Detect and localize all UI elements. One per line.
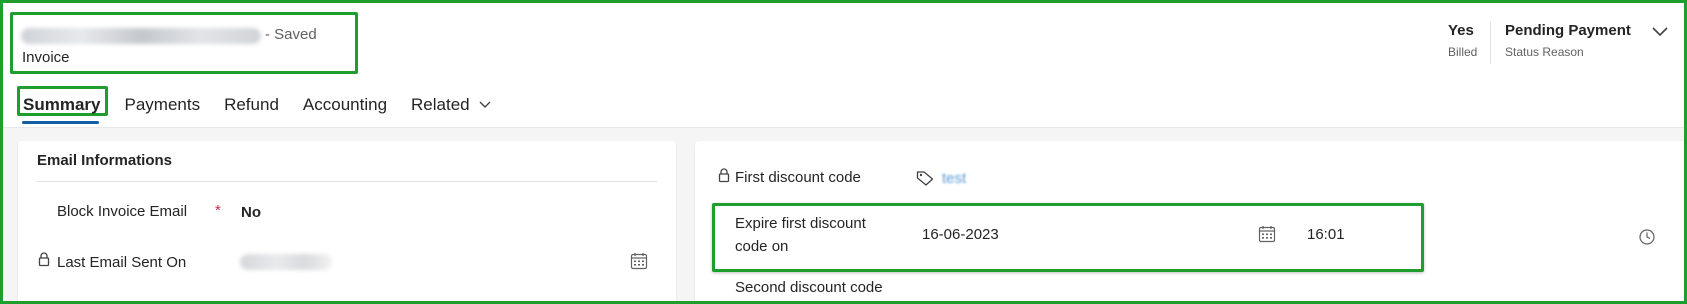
tab-related-label: Related: [411, 95, 470, 114]
tag-icon: [916, 171, 934, 186]
last-email-sent-on-label: Last Email Sent On: [57, 254, 187, 271]
record-title-area: - Saved Invoice: [10, 12, 358, 74]
expire-time-input[interactable]: 16:01: [1307, 226, 1345, 243]
block-invoice-email-value[interactable]: No: [241, 204, 261, 221]
record-header: - Saved Invoice Yes Billed Pending Payme…: [0, 0, 1687, 125]
header-divider: [1490, 22, 1491, 64]
entity-type-label: Invoice: [22, 49, 70, 66]
last-email-sent-on-value-redacted: [240, 254, 332, 270]
section-divider: [37, 181, 657, 182]
header-field-billed: Yes Billed: [1448, 22, 1477, 59]
clock-icon[interactable]: [1638, 228, 1656, 246]
expire-first-discount-field: Expire first discount code on 16-06-2023…: [712, 203, 1424, 272]
second-discount-code-label: Second discount code: [735, 279, 883, 296]
required-marker: *: [215, 202, 221, 219]
chevron-down-icon: [479, 101, 491, 108]
header-field-status-reason: Pending Payment Status Reason: [1505, 22, 1631, 59]
status-reason-value: Pending Payment: [1505, 22, 1631, 39]
tab-summary[interactable]: Summary: [23, 95, 100, 115]
first-discount-code-label: First discount code: [735, 169, 861, 186]
first-discount-code-link[interactable]: test: [942, 170, 966, 187]
lock-icon: [38, 252, 50, 267]
tab-bar: Summary Payments Refund Accounting Relat…: [17, 86, 516, 124]
tab-refund[interactable]: Refund: [224, 95, 279, 115]
billed-value: Yes: [1448, 22, 1474, 39]
tab-accounting[interactable]: Accounting: [303, 95, 387, 115]
chevron-down-icon[interactable]: [1650, 24, 1670, 40]
tab-related[interactable]: Related: [411, 95, 492, 115]
expire-first-discount-label-line2: code on: [735, 238, 789, 255]
status-reason-label: Status Reason: [1505, 45, 1584, 59]
lock-icon: [718, 168, 730, 183]
record-name-redacted: [21, 28, 261, 44]
record-save-status: - Saved: [265, 26, 317, 43]
active-tab-indicator: [22, 121, 99, 124]
calendar-icon[interactable]: [630, 252, 648, 270]
section-title: Email Informations: [37, 152, 173, 169]
expire-date-input[interactable]: 16-06-2023: [922, 226, 999, 243]
calendar-icon[interactable]: [1258, 225, 1276, 243]
tab-payments[interactable]: Payments: [124, 95, 200, 115]
email-informations-section: Email Informations Block Invoice Email *…: [18, 141, 676, 304]
billed-label: Billed: [1448, 45, 1478, 59]
expire-first-discount-label-line1: Expire first discount: [735, 215, 866, 232]
block-invoice-email-label: Block Invoice Email: [57, 203, 188, 220]
